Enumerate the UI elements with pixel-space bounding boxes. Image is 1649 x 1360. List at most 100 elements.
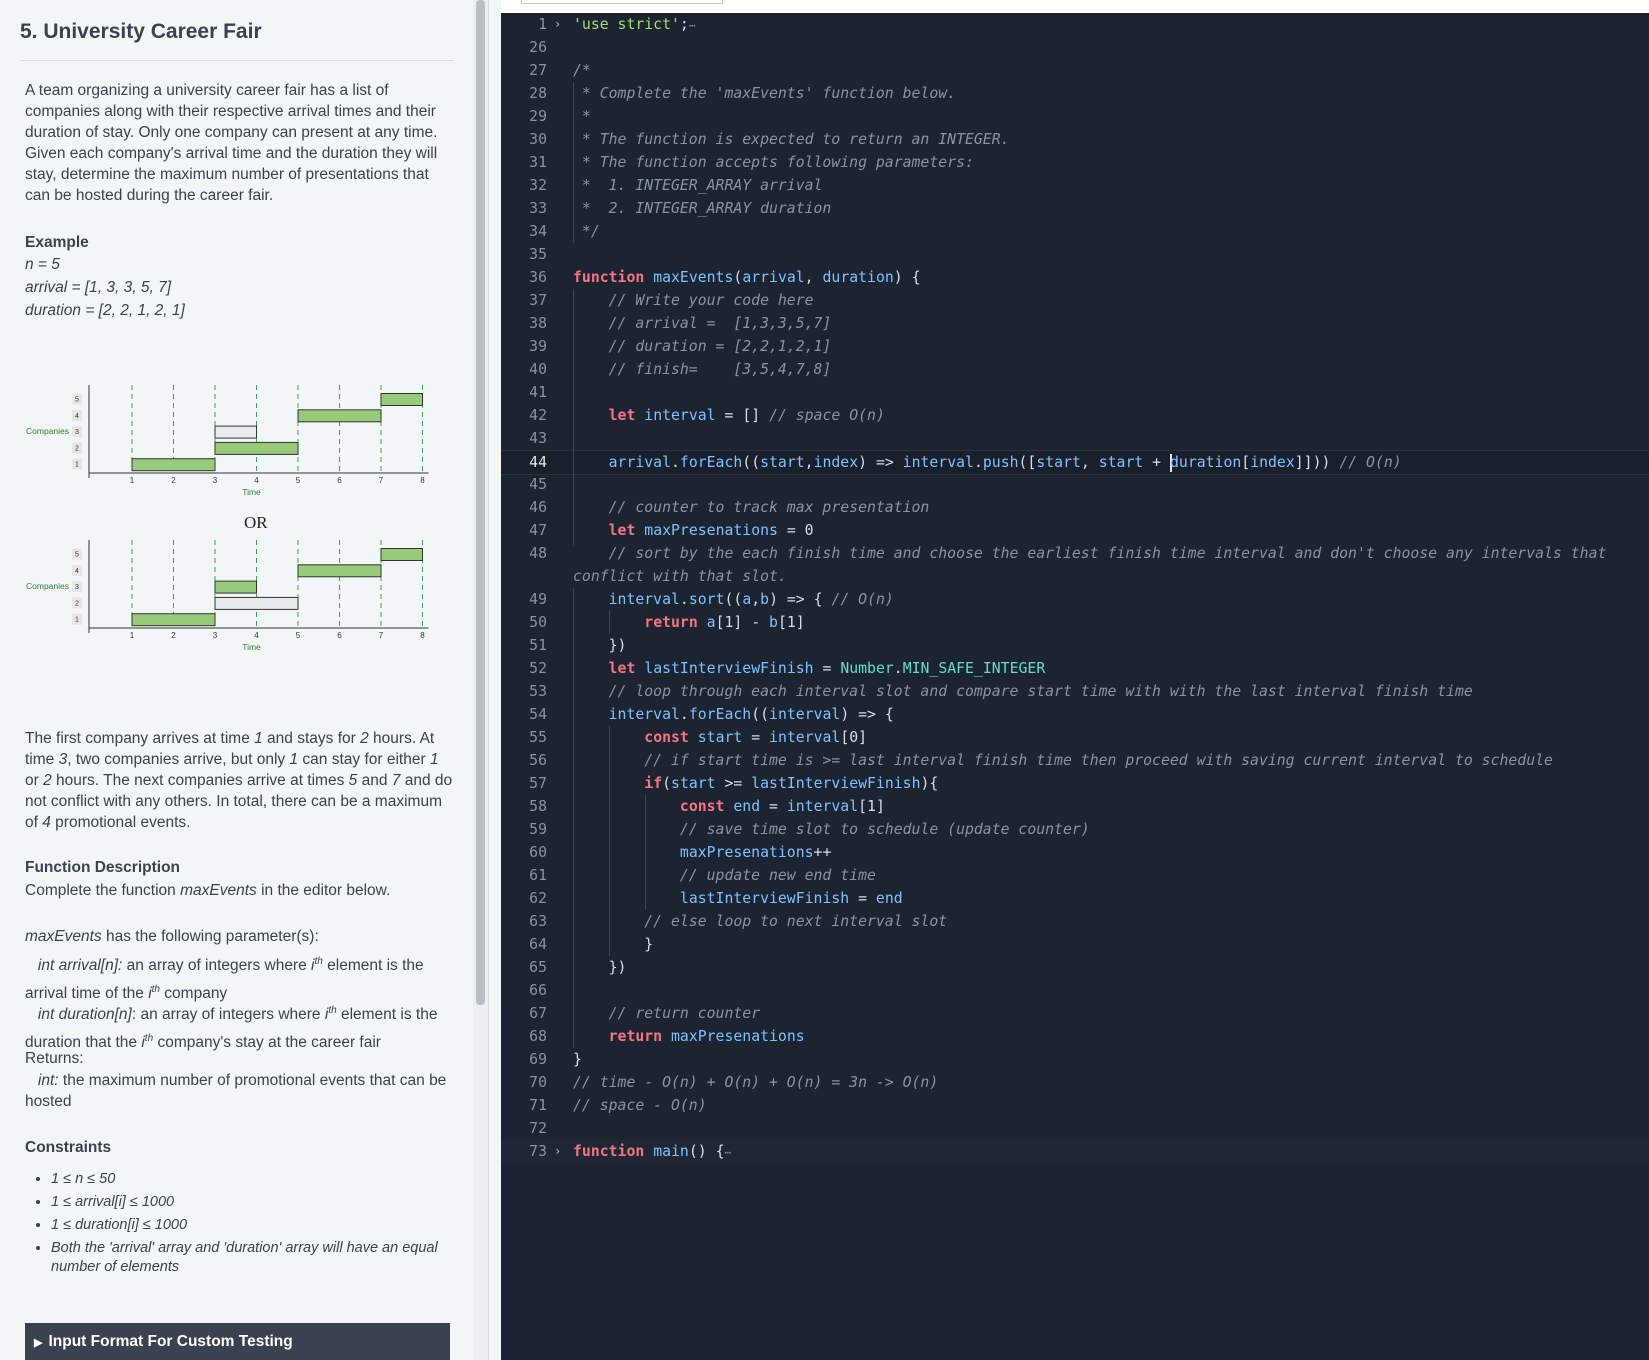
line-number: 49 [529,591,547,608]
interval-bar [131,613,216,627]
code-text: function main() {⋯ [573,1143,732,1160]
code-line[interactable]: 48 // sort by the each finish time and c… [501,542,1649,565]
code-line[interactable]: 46 // counter to track max presentation [501,496,1649,519]
code-text: * The function accepts following paramet… [573,154,974,171]
code-line[interactable]: 51 }) [501,634,1649,657]
fold-arrow-icon[interactable]: › [554,1140,561,1163]
code-line[interactable]: 64 } [501,933,1649,956]
code-line[interactable]: 43 [501,427,1649,450]
interval-bar [297,409,382,423]
code-line[interactable]: 34 */ [501,220,1649,243]
panel-resizer[interactable] [488,0,988,1360]
code-line[interactable]: 27 /* [501,59,1649,82]
code-text: * Complete the 'maxEvents' function belo… [573,85,957,102]
y-tick-label: 2 [75,445,79,452]
indent-guide [573,289,574,545]
line-number: 36 [529,269,547,286]
code-line-wrap[interactable]: conflict with that slot. [501,565,1649,588]
code-line[interactable]: 50 return a[1] - b[1] [501,611,1649,634]
code-line[interactable]: 55 const start = interval[0] [501,726,1649,749]
code-line[interactable]: 26 [501,36,1649,59]
code-line[interactable]: 38 // arrival = [1,3,3,5,7] [501,312,1649,335]
line-number: 56 [529,752,547,769]
example-duration: duration = [2, 2, 1, 2, 1] [25,302,185,319]
code-line[interactable]: 47 let maxPresenations = 0 [501,519,1649,542]
code-line[interactable]: 68 return maxPresenations [501,1025,1649,1048]
code-line[interactable]: 59 // save time slot to schedule (update… [501,818,1649,841]
code-line[interactable]: 41 [501,381,1649,404]
code-text: function maxEvents(arrival, duration) { [573,269,921,286]
line-number: 28 [529,85,547,102]
code-text: lastInterviewFinish = end [679,890,903,907]
code-line[interactable]: 58 const end = interval[1] [501,795,1649,818]
code-line[interactable]: 1 › 'use strict';⋯ [501,13,1649,36]
line-number: 30 [529,131,547,148]
code-line[interactable]: 30 * The function is expected to return … [501,128,1649,151]
code-line[interactable]: 70 // time - O(n) + O(n) + O(n) = 3n -> O… [501,1071,1649,1094]
code-text: // duration = [2,2,1,2,1] [573,338,832,355]
code-line[interactable]: 36 function maxEvents(arrival, duration) … [501,266,1649,289]
code-line[interactable]: 60 maxPresenations++ [501,841,1649,864]
code-editor[interactable]: 1 › 'use strict';⋯ 26 27 /* 28 * Complete t… [501,0,1649,1360]
x-tick-label: 2 [171,631,176,640]
code-text: return maxPresenations [608,1028,805,1045]
line-number: 32 [529,177,547,194]
code-line[interactable]: 42 let interval = [] // space O(n) [501,404,1649,427]
code-line[interactable]: 56 // if start time is >= last interval … [501,749,1649,772]
code-line[interactable]: 66 [501,979,1649,1002]
code-text: interval.forEach((interval) => { [608,706,894,723]
x-tick-label: 7 [379,476,384,485]
fold-arrow-icon[interactable]: › [554,13,561,36]
code-line[interactable]: 31 * The function accepts following para… [501,151,1649,174]
input-format-toggle[interactable]: ▶ Input Format For Custom Testing [25,1323,450,1360]
code-line[interactable]: 62 lastInterviewFinish = end [501,887,1649,910]
code-line[interactable]: 61 // update new end time [501,864,1649,887]
code-line[interactable]: 67 // return counter [501,1002,1649,1025]
code-line[interactable]: 73 › function main() {⋯ [501,1140,1649,1163]
code-line[interactable]: 29 * [501,105,1649,128]
code-text: // space - O(n) [573,1097,707,1114]
x-tick-label: 8 [420,476,425,485]
code-text: // else loop to next interval slot [573,913,948,930]
example-chart-1: 1 2 3 4 5 6 7 8 1 2 3 4 5 Companies Time [26,385,429,497]
line-number: 60 [529,844,547,861]
code-line[interactable]: 37 // Write your code here [501,289,1649,312]
y-axis-label: Companies [26,426,69,436]
code-line[interactable]: 65 }) [501,956,1649,979]
constraints-heading: Constraints [25,1139,112,1156]
code-line[interactable]: 69} [501,1048,1649,1071]
line-number: 33 [529,200,547,217]
code-line[interactable]: 72 [501,1117,1649,1140]
code-text: // arrival = [1,3,3,5,7] [573,315,832,332]
code-text: const start = interval[0] [644,729,868,746]
code-line[interactable]: 28 * Complete the 'maxEvents' function b… [501,82,1649,105]
line-number: 61 [529,867,547,884]
code-line[interactable]: 49 interval.sort((a,b) => { // O(n) [501,588,1649,611]
code-line[interactable]: 35 [501,243,1649,266]
code-line-current[interactable]: 44 arrival.forEach((start,index) => inte… [501,450,1649,475]
line-number: 72 [529,1120,547,1137]
example-n: n = 5 [25,256,60,273]
code-line[interactable]: 52 let lastInterviewFinish = Number.MIN_… [501,657,1649,680]
code-line[interactable]: 40 // finish= [3,5,4,7,8] [501,358,1649,381]
code-line[interactable]: 32 * 1. INTEGER_ARRAY arrival [501,174,1649,197]
code-line[interactable]: 45 [501,473,1649,496]
code-line[interactable]: 71 // space - O(n) [501,1094,1649,1117]
code-line[interactable]: 39 // duration = [2,2,1,2,1] [501,335,1649,358]
code-line[interactable]: 63 // else loop to next interval slot [501,910,1649,933]
line-number: 52 [529,660,547,677]
x-tick-label: 3 [213,476,218,485]
editor-tab[interactable] [521,0,723,4]
code-text: * The function is expected to return an … [573,131,1010,148]
line-number: 42 [529,407,547,424]
line-number: 63 [529,913,547,930]
code-text: let interval = [] // space O(n) [608,407,885,424]
left-scrollbar[interactable] [476,0,485,1005]
code-line[interactable]: 54 interval.forEach((interval) => { [501,703,1649,726]
code-line[interactable]: 57 if(start >= lastInterviewFinish){ [501,772,1649,795]
x-tick-label: 5 [296,476,301,485]
interval-bar [214,425,257,439]
code-text: }) [573,637,627,654]
code-line[interactable]: 33 * 2. INTEGER_ARRAY duration [501,197,1649,220]
code-line[interactable]: 53 // loop through each interval slot an… [501,680,1649,703]
